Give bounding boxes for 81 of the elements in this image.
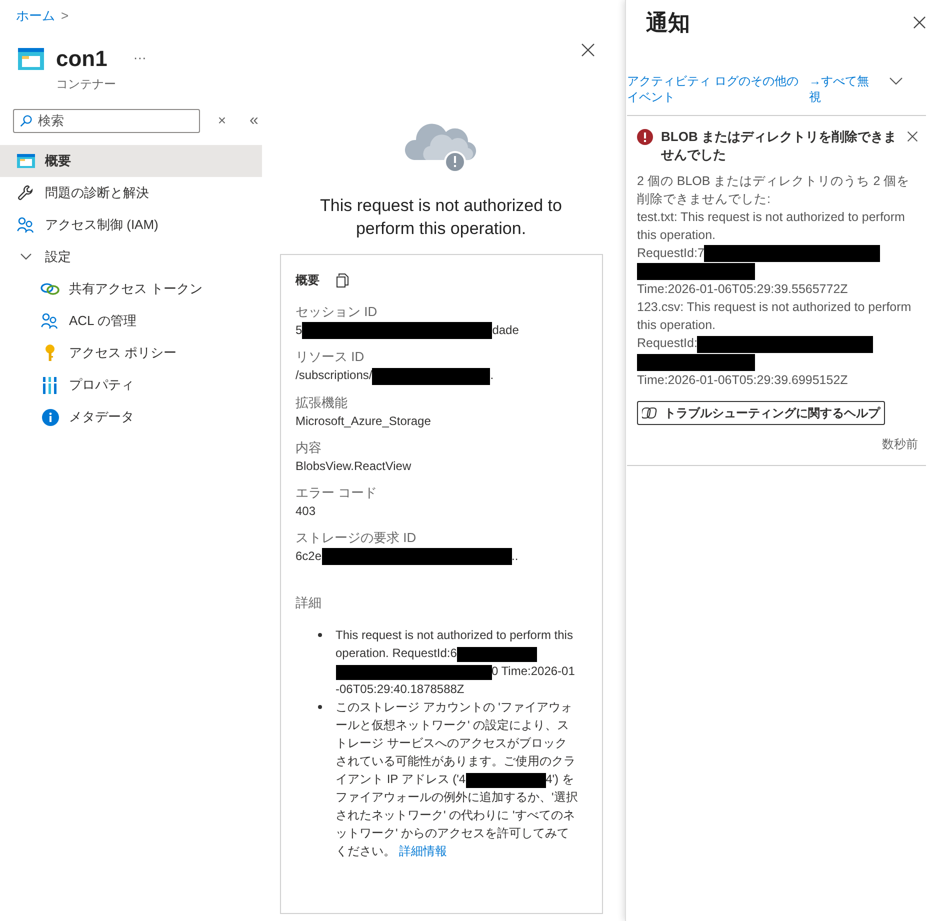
text: RequestId:7 xyxy=(637,246,704,260)
field-label: 内容 xyxy=(296,438,322,457)
help-button[interactable]: トラブルシューティングに関するヘルプ xyxy=(637,400,885,425)
more-info-link[interactable]: 詳細情報 xyxy=(398,844,447,858)
text: dade xyxy=(492,323,519,337)
resource-title: con1 xyxy=(56,44,108,72)
people-icon xyxy=(41,313,59,329)
close-icon xyxy=(581,43,595,57)
activity-log-link[interactable]: アクティビティ ログのその他のイベント xyxy=(627,73,803,105)
panel-title: 通知 xyxy=(646,9,690,37)
nav-item[interactable]: アクセス制御 (IAM) xyxy=(0,209,262,241)
text: Time:2026-01-06T05:29:39.6995152Z xyxy=(637,372,848,387)
close-button[interactable] xyxy=(907,131,918,142)
more-button[interactable]: ··· xyxy=(133,48,146,68)
detail-text: This request is not authorized to perform this operation. RequestId:6 0 Time:2026-01-06T05:29:40.1878588Z xyxy=(336,627,576,698)
nav-label: アクセス ポリシー xyxy=(69,344,177,362)
field-label: セッション ID xyxy=(296,303,378,321)
people-icon xyxy=(17,217,35,233)
nav-label: 概要 xyxy=(45,152,71,170)
search-icon xyxy=(20,114,32,126)
field-label: 拡張機能 xyxy=(296,394,348,412)
nav-label: ACL の管理 xyxy=(69,312,136,330)
nav-item[interactable]: 概要 xyxy=(0,145,262,177)
copilot-icon xyxy=(642,406,658,420)
nav-label: アクセス制御 (IAM) xyxy=(45,216,158,234)
text: Microsoft_Azure_Storage xyxy=(296,414,431,428)
text: BlobsView.ReactView xyxy=(296,458,412,473)
error-message: This request is not authorized to perform this operation. xyxy=(319,195,563,240)
resource-subtitle: コンテナー xyxy=(56,76,117,92)
nav-label: 問題の診断と解決 xyxy=(45,184,149,202)
dismiss-all-link[interactable]: →すべて無視 xyxy=(809,73,871,105)
chevron-icon xyxy=(20,253,32,261)
field-label: リソース ID xyxy=(296,348,366,366)
card-title: 概要 xyxy=(296,272,320,289)
details-title: 詳細 xyxy=(296,594,322,612)
copy-icon[interactable] xyxy=(336,272,348,288)
breadcrumb-link[interactable]: ホーム xyxy=(16,6,55,26)
error-icon xyxy=(637,129,653,145)
collapse-button[interactable]: « xyxy=(246,108,262,133)
nav-item[interactable]: 問題の診断と解決 xyxy=(0,177,262,209)
text: 5 xyxy=(296,323,302,337)
nav-item[interactable]: ACL の管理 xyxy=(0,305,262,337)
close-icon xyxy=(913,16,926,29)
clear-button[interactable]: × xyxy=(214,110,230,132)
nav-item[interactable]: プロパティ xyxy=(0,369,262,401)
wrench-icon xyxy=(17,184,35,202)
info-icon xyxy=(42,408,58,426)
nav-item[interactable]: 共有アクセス トークン xyxy=(0,273,262,305)
search-field[interactable]: 検索 xyxy=(13,108,200,132)
close-button[interactable] xyxy=(913,16,926,29)
notification-title: BLOB またはディレクトリを削除できませんでした xyxy=(661,128,898,164)
bullet-icon xyxy=(318,705,322,710)
properties-icon xyxy=(43,376,57,394)
nav-item[interactable]: メタデータ xyxy=(0,401,262,433)
text: 123.csv: This request is not authorized to perform this operation. xyxy=(637,300,912,332)
text: . xyxy=(490,368,494,382)
nav-item[interactable]: アクセス ポリシー xyxy=(0,337,262,369)
nav-label: メタデータ xyxy=(69,408,134,426)
nav-label: プロパティ xyxy=(69,376,134,394)
text: 6c2e xyxy=(296,548,322,563)
chevron-icon xyxy=(889,77,903,85)
key-icon xyxy=(45,344,55,362)
container-icon xyxy=(18,48,44,70)
notification-time: 数秒前 xyxy=(881,436,918,453)
field-label: ストレージの要求 ID xyxy=(296,528,418,547)
field-label: エラー コード xyxy=(296,484,378,502)
text: 2 個の BLOB またはディレクトリのうち 2 個を削除できませんでした: xyxy=(637,174,910,206)
nav-group[interactable]: 設定 xyxy=(0,241,262,273)
bullet-icon xyxy=(318,633,322,638)
text: RequestId: xyxy=(637,336,698,350)
text: /subscriptions/ xyxy=(296,368,372,382)
breadcrumb-separator: > xyxy=(61,7,69,25)
text: .. xyxy=(512,548,518,563)
container-icon xyxy=(17,154,35,168)
text: 403 xyxy=(296,504,316,518)
text: test.txt: This request is not authorized to perform this operation. xyxy=(637,210,905,242)
close-icon xyxy=(907,131,918,142)
text: Time:2026-01-06T05:29:39.5565772Z xyxy=(637,282,848,296)
nav-label: 共有アクセス トークン xyxy=(69,280,203,298)
chain-link-icon xyxy=(40,283,60,295)
nav-label: 設定 xyxy=(45,248,71,266)
